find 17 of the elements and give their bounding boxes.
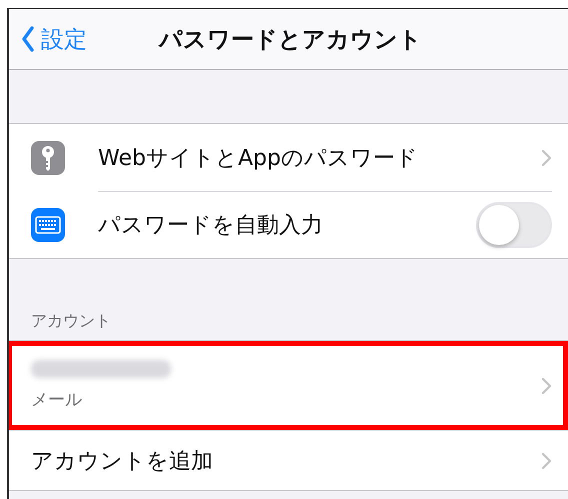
add-account-row[interactable]: アカウントを追加	[9, 430, 568, 490]
back-button[interactable]: 設定	[9, 24, 87, 54]
screen-title: パスワードとアカウント	[159, 26, 422, 54]
settings-row[interactable]: WebサイトとAppのパスワード	[9, 124, 568, 191]
section-header: アカウント	[30, 310, 112, 332]
chevron-icon	[541, 452, 552, 470]
autofill-toggle[interactable]	[476, 202, 552, 248]
chevron-icon	[541, 376, 552, 394]
account-row[interactable]: メール	[9, 341, 568, 430]
keyboard-icon	[31, 208, 65, 242]
back-chevron-icon	[21, 26, 35, 52]
setting-label: WebサイトとAppのパスワード	[98, 144, 419, 172]
chevron-icon	[541, 148, 552, 166]
account-type: メール	[31, 389, 83, 411]
add-account-label: アカウントを追加	[31, 448, 214, 476]
setting-label: パスワードを自動入力	[98, 212, 324, 240]
key-icon	[31, 140, 65, 174]
